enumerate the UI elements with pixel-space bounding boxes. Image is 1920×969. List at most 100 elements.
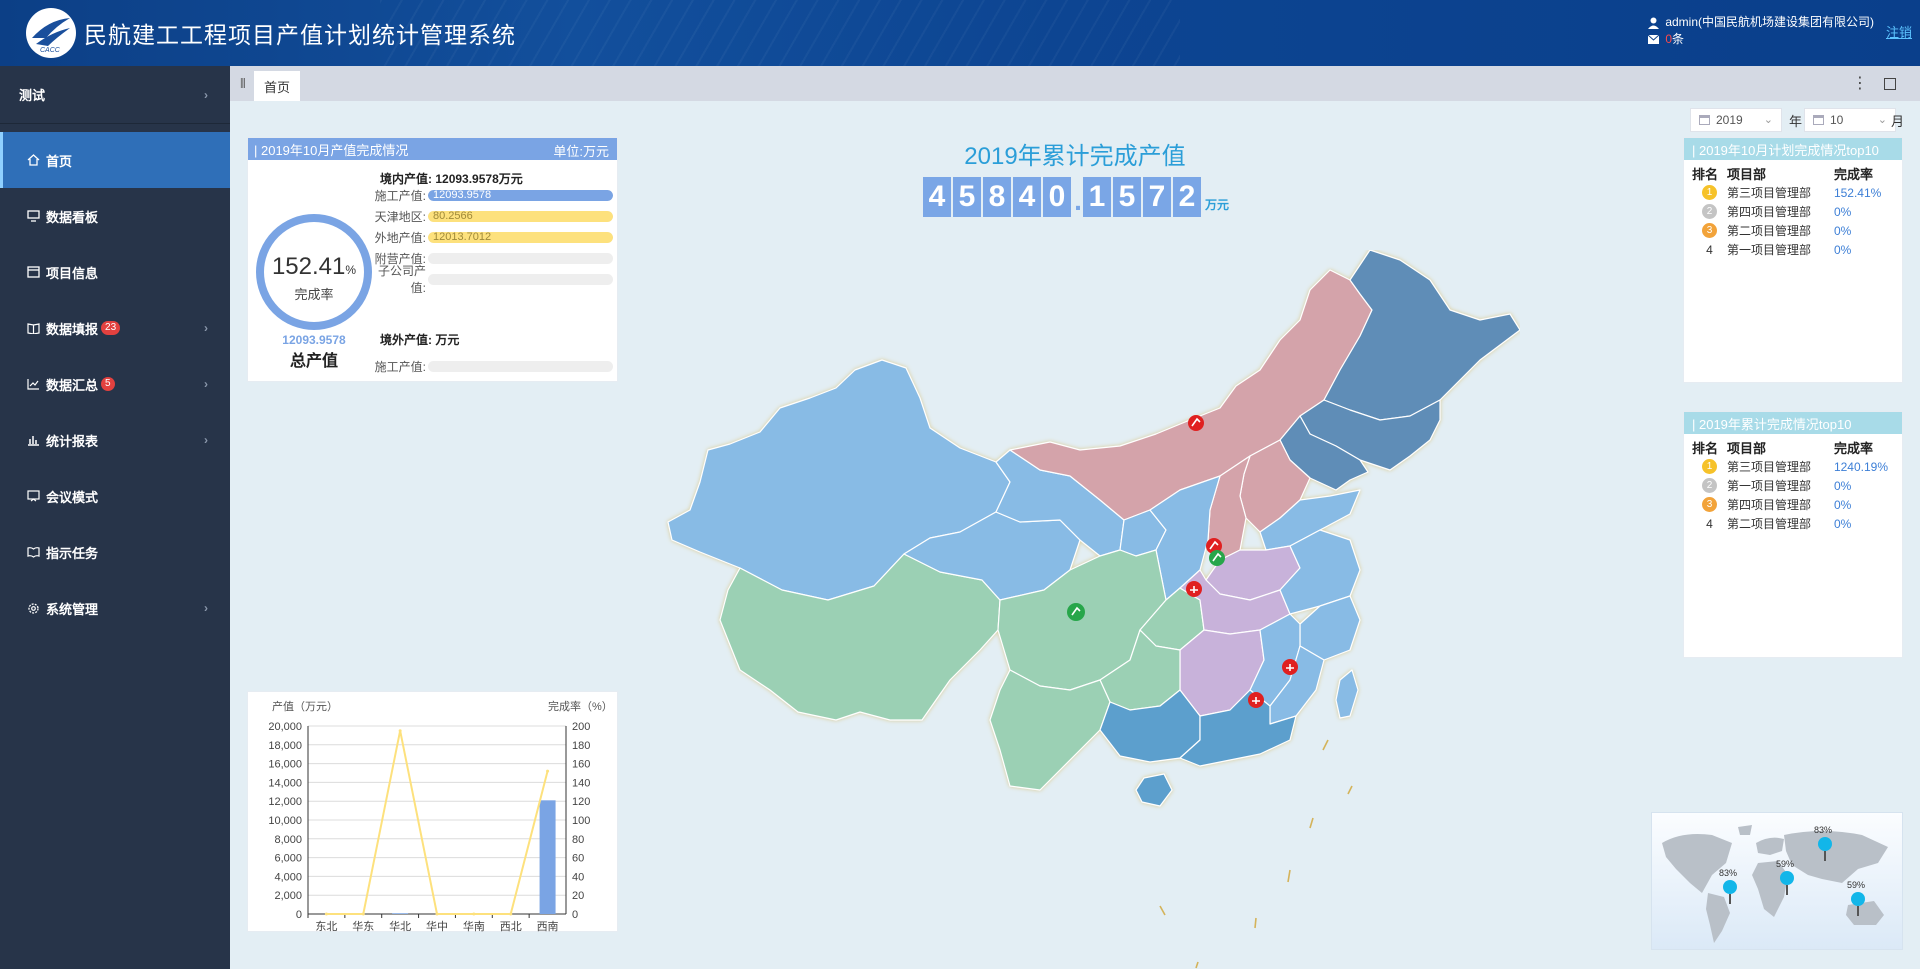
medal-icon: 2 [1702,478,1717,493]
pin-label: 59% [1847,880,1866,890]
line-point [361,912,365,916]
sidebar-item-home[interactable]: 首页 [0,132,230,188]
y2-tick-label: 120 [572,796,590,808]
gear-icon [24,602,42,615]
bar-label: 天津地区: [374,209,426,224]
more-icon[interactable]: ⋮ [1852,73,1868,93]
home-icon [24,154,42,166]
counter-digit: 0 [1043,177,1071,217]
x-tick-label: 华北 [389,919,411,933]
completion-rate: 0% [1833,516,1852,531]
map-pin[interactable]: 59% [1847,880,1865,916]
completion-rate: 0% [1833,204,1852,219]
tab-home[interactable]: 首页 [254,71,300,101]
project-marker-red[interactable] [1282,659,1298,675]
dept-name: 第二项目管理部 [1727,517,1812,531]
sidebar-item-dashboard[interactable]: 数据看板 [0,188,230,244]
y2-tick-label: 0 [572,909,578,921]
region-hainan[interactable] [1135,773,1173,807]
sidebar-item-label: 数据看板 [46,209,99,225]
counter-digit: 8 [983,177,1011,217]
book-open-icon [24,546,42,558]
book-icon [24,322,42,334]
sidebar-toggle-icon[interactable]: ⦀ [240,76,246,92]
month-select[interactable]: 10 ⌄ [1804,108,1896,132]
y2-tick-label: 200 [572,721,590,733]
table-row: 2 第一项目管理部 0% [1684,476,1902,495]
completion-rate-line [326,730,549,915]
sidebar-item-label: 指示任务 [46,545,99,561]
dept-name: 第四项目管理部 [1727,205,1812,219]
pin-label: 83% [1814,825,1833,835]
sidebar-item-system[interactable]: 系统管理 › [0,580,230,636]
logout-link[interactable]: 注销 [1886,22,1912,41]
project-marker-green[interactable] [1209,550,1225,566]
sidebar-item-data-summary[interactable]: 数据汇总 5 › [0,356,230,412]
logo: CACC [26,8,76,58]
notification-badge: 5 [101,377,115,391]
project-marker-green[interactable] [1067,603,1085,621]
sidebar-item-label: 测试 [19,88,46,103]
y-tick-label: 8,000 [274,834,302,846]
completion-rate: 0% [1833,223,1852,238]
sidebar-item-label: 会议模式 [46,489,99,505]
year-label: 年 [1789,114,1803,129]
sidebar-item-data-entry[interactable]: 数据填报 23 › [0,300,230,356]
bar-value: 12013.7012 [433,231,492,243]
region-taiwan[interactable] [1335,669,1359,719]
sidebar-item-meeting[interactable]: 会议模式 [0,468,230,524]
chevron-right-icon: › [204,433,208,447]
x-tick-label: 华东 [352,919,374,933]
chevron-right-icon: › [204,87,208,102]
total-label: 总产值 [289,353,338,370]
sidebar-item-test[interactable]: 测试 › [0,66,230,124]
decimal-point: . [1074,185,1082,216]
completion-rate: 0% [1833,242,1852,257]
bar-value: 80.2566 [433,210,473,222]
line-point [509,912,513,916]
counter-digit: 7 [1143,177,1171,217]
user-info: admin(中国民航机场建设集团有限公司) 0条 [1648,14,1874,48]
bar-label: 子公司产值: [377,264,426,295]
sidebar-item-tasks[interactable]: 指示任务 [0,524,230,580]
bar-track [428,252,613,264]
ranking-table: 1 第三项目管理部 1240.19% 2 第一项目管理部 0% 3 第四项目管理部 0% 4 第二项… [1684,457,1902,533]
mail-icon [1648,35,1660,44]
project-marker-red[interactable] [1248,692,1264,708]
svg-text:CACC: CACC [40,47,61,54]
output-bar-row: 子公司产值: [368,264,613,295]
calendar-icon [1699,115,1710,125]
project-marker-red[interactable] [1188,415,1204,431]
table-header: 排名 项目部 完成率 [1692,441,1873,456]
map-pin[interactable]: 83% [1814,825,1832,861]
y2-tick-label: 160 [572,759,590,771]
y-tick-label: 16,000 [268,759,302,771]
fullscreen-icon[interactable] [1884,78,1896,90]
window-icon [24,266,42,278]
x-tick-label: 华南 [463,919,485,933]
sidebar-item-label: 首页 [46,153,73,169]
message-count: 0 [1665,32,1672,46]
line-point [324,912,328,916]
pin-icon [1723,880,1737,894]
sidebar-item-reports[interactable]: 统计报表 › [0,412,230,468]
line-chart-icon [24,378,42,390]
chart-bar [392,913,409,914]
map-pin[interactable]: 83% [1719,868,1737,904]
completion-rate-label: 完成率 [294,287,334,302]
project-marker-red[interactable] [1186,581,1202,597]
world-map-panel: 83% 59% 83% 59% [1651,812,1903,950]
plan-top10-panel: | 2019年10月计划完成情况top10 排名 项目部 完成率 1 第三项目管理… [1683,137,1903,383]
y2-axis-title: 完成率（%） [548,699,613,713]
chevron-down-icon: ⌄ [1877,114,1887,126]
sidebar-item-project-info[interactable]: 项目信息 [0,244,230,300]
region-chart-panel: 产值（万元） 完成率（%） 0 2,000 4,000 6,000 8,000 10,000 1… [247,691,618,933]
y-tick-label: 2,000 [274,890,302,902]
messages[interactable]: 0条 [1648,31,1874,48]
y-tick-label: 12,000 [268,796,302,808]
year-select[interactable]: 2019 ⌄ [1690,108,1782,132]
y2-tick-label: 60 [572,853,584,865]
map-pin[interactable]: 59% [1776,859,1794,895]
y-axis-title: 产值（万元） [272,699,338,713]
region-yunnan[interactable] [989,669,1111,791]
